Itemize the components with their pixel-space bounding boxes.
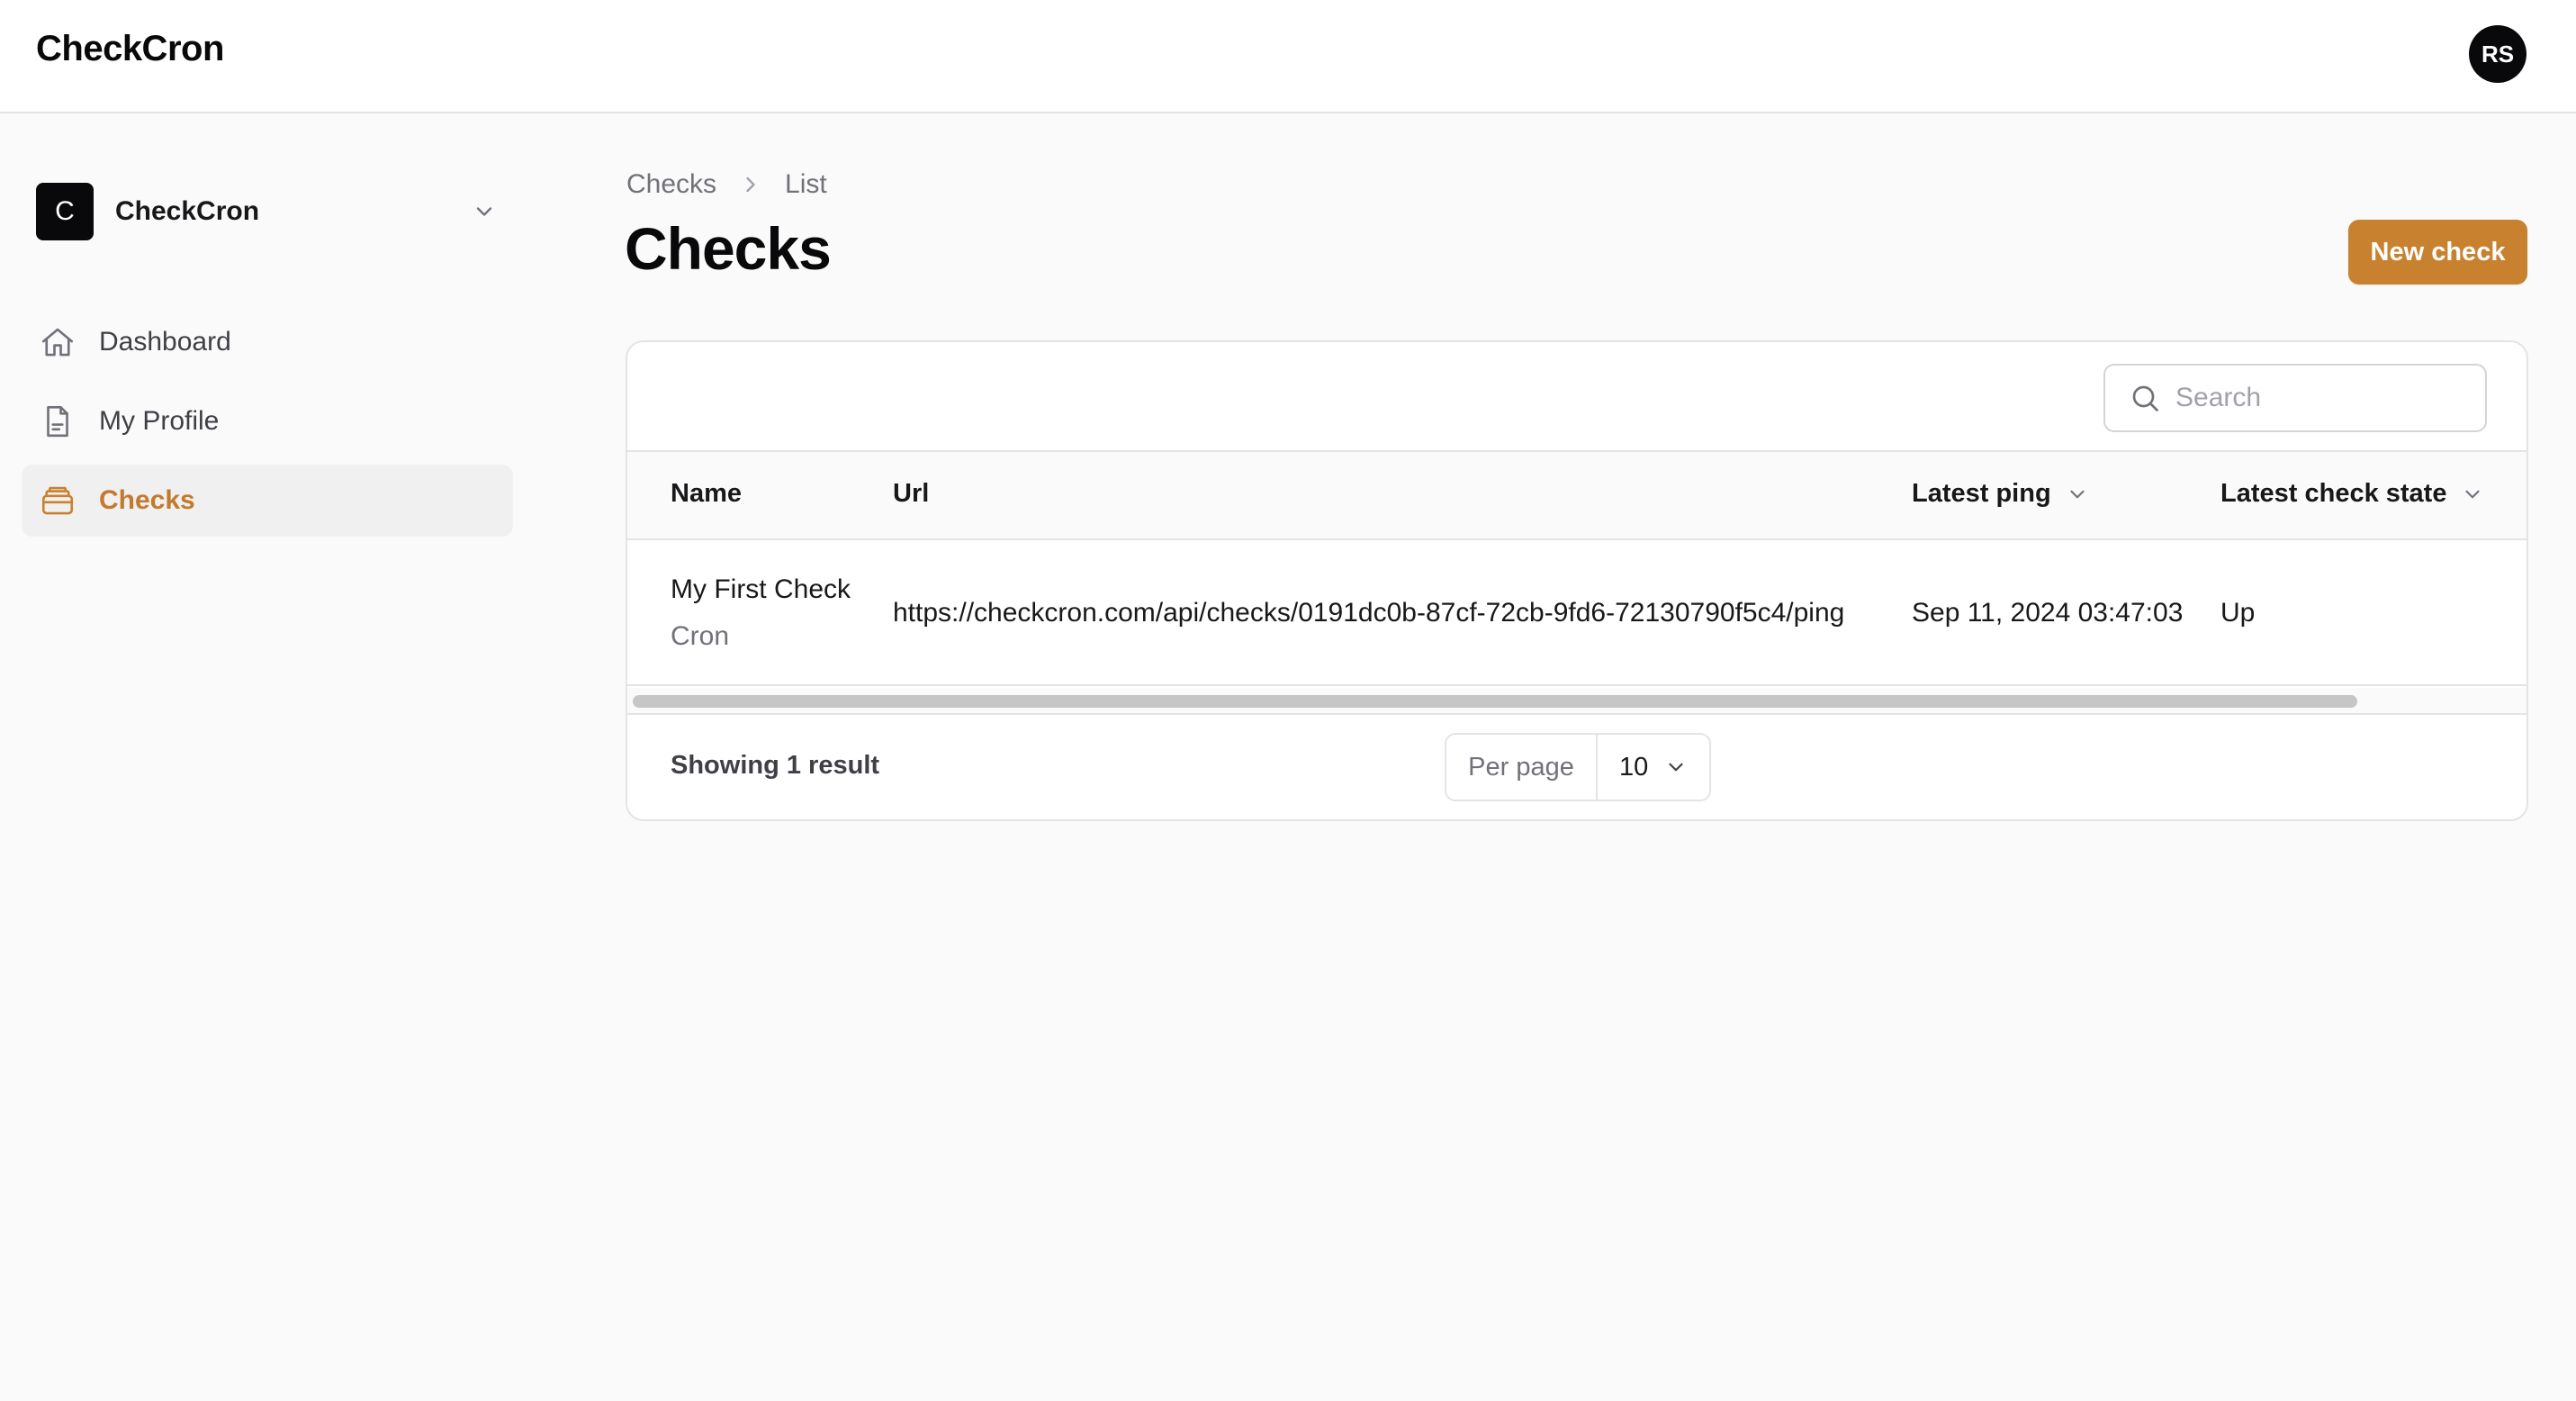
checks-table-card: Name Url Latest ping Latest check state … — [626, 340, 2528, 821]
sidebar-item-label: Dashboard — [99, 327, 231, 357]
search-box[interactable] — [2103, 364, 2487, 432]
column-header-url: Url — [893, 479, 930, 508]
document-icon — [38, 402, 77, 441]
sidebar-item-my-profile[interactable]: My Profile — [22, 385, 513, 457]
table-row[interactable]: My First Check Cron https://checkcron.co… — [627, 540, 2526, 686]
breadcrumb-current: List — [785, 169, 827, 199]
check-latest-ping: Sep 11, 2024 03:47:03 — [1912, 598, 2184, 628]
home-icon — [38, 322, 77, 362]
per-page-label: Per page — [1446, 735, 1598, 800]
tenant-switcher[interactable]: C CheckCron — [36, 183, 497, 240]
sidebar-item-dashboard[interactable]: Dashboard — [22, 306, 513, 378]
check-state: Up — [2220, 598, 2256, 628]
chevron-right-icon — [746, 176, 755, 193]
breadcrumb: Checks List — [626, 169, 827, 200]
checks-icon — [38, 481, 77, 520]
chevron-down-icon — [2465, 490, 2481, 498]
breadcrumb-checks-link[interactable]: Checks — [626, 169, 716, 200]
horizontal-scrollbar[interactable] — [627, 688, 2526, 715]
check-url: https://checkcron.com/api/checks/0191dc0… — [893, 598, 1845, 628]
check-type: Cron — [671, 621, 730, 651]
chevron-down-icon — [2070, 490, 2085, 498]
column-header-latest-check-state[interactable]: Latest check state — [2220, 479, 2484, 509]
column-header-name: Name — [671, 479, 742, 508]
per-page-control: Per page 10 — [1445, 733, 1711, 801]
new-check-button[interactable]: New check — [2348, 220, 2527, 285]
column-header-latest-ping[interactable]: Latest ping — [1912, 479, 2089, 509]
sidebar-nav: Dashboard My Profile Checks — [22, 306, 513, 544]
chevron-down-icon — [1669, 763, 1683, 772]
tenant-logo: C — [36, 183, 94, 240]
table-header: Name Url Latest ping Latest check state — [627, 450, 2526, 540]
sidebar-item-label: Checks — [99, 485, 195, 515]
user-avatar[interactable]: RS — [2469, 25, 2526, 83]
top-bar: CheckCron RS — [0, 0, 2576, 113]
sidebar-item-checks[interactable]: Checks — [22, 465, 513, 537]
results-summary: Showing 1 result — [671, 751, 880, 780]
search-icon — [2132, 385, 2158, 411]
search-input[interactable] — [2175, 383, 2463, 413]
check-name[interactable]: My First Check — [671, 574, 851, 605]
brand-logo[interactable]: CheckCron — [36, 29, 224, 69]
per-page-value: 10 — [1619, 752, 1649, 782]
tenant-name: CheckCron — [115, 196, 260, 226]
chevron-down-icon — [476, 207, 492, 216]
page-title: Checks — [625, 215, 832, 282]
sidebar-item-label: My Profile — [99, 406, 220, 436]
per-page-select[interactable]: 10 — [1598, 735, 1709, 800]
scrollbar-thumb[interactable] — [633, 695, 2357, 708]
